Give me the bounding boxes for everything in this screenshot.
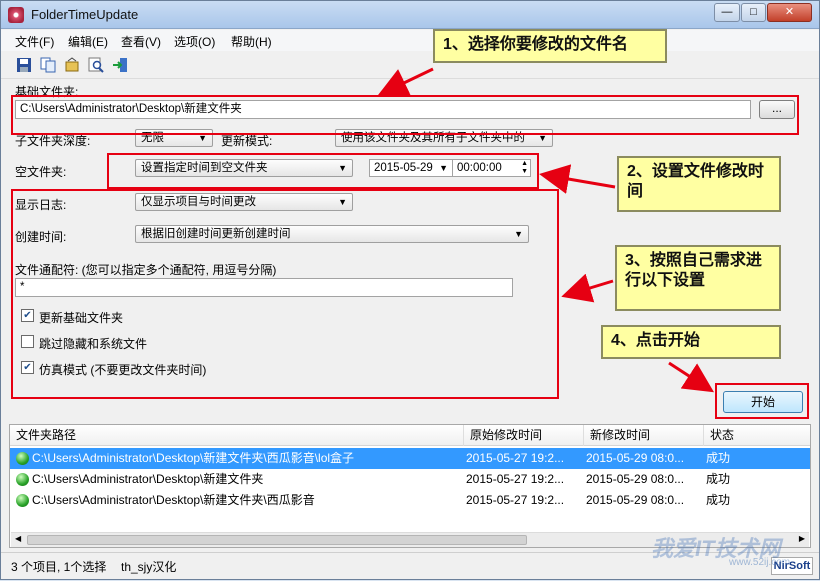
success-dot-icon (16, 452, 29, 465)
save-icon[interactable] (15, 56, 33, 74)
arrow-step-4 (668, 361, 715, 393)
table-row[interactable]: C:\Users\Administrator\Desktop\新建文件夹\西瓜影… (10, 490, 810, 511)
window-title: FolderTimeUpdate (31, 7, 139, 22)
menu-edit[interactable]: 编辑(E) (68, 33, 108, 50)
scrollbar-thumb[interactable] (27, 535, 527, 545)
scroll-right-icon[interactable]: ▶ (799, 534, 805, 543)
callout-step-1: 1、选择你要修改的文件名 (433, 29, 667, 63)
properties-icon[interactable] (63, 56, 81, 74)
status-count: 3 个项目, 1个选择 (11, 560, 107, 574)
app-window: FolderTimeUpdate — □ ✕ 文件(F) 编辑(E) 查看(V)… (0, 0, 820, 580)
menu-bar: 文件(F) 编辑(E) 查看(V) 选项(O) 帮助(H) (1, 30, 819, 51)
exit-icon[interactable] (111, 56, 129, 74)
highlight-options (11, 189, 559, 399)
title-bar[interactable]: FolderTimeUpdate — □ ✕ (1, 1, 819, 29)
maximize-button[interactable]: □ (741, 3, 766, 22)
success-dot-icon (16, 473, 29, 486)
toolbar (1, 52, 819, 79)
header-new-time[interactable]: 新修改时间 (584, 425, 704, 446)
arrow-step-3 (561, 273, 614, 303)
status-credit: th_sjy汉化 (121, 560, 177, 574)
minimize-button[interactable]: — (714, 3, 740, 22)
highlight-start (715, 383, 809, 419)
callout-step-2: 2、设置文件修改时间 (617, 156, 781, 212)
copy-icon[interactable] (39, 56, 57, 74)
menu-help[interactable]: 帮助(H) (231, 33, 272, 50)
highlight-base-folder (11, 95, 799, 135)
watermark-url: www.52ij.com (729, 557, 791, 568)
menu-view[interactable]: 查看(V) (121, 33, 161, 50)
menu-options[interactable]: 选项(O) (174, 33, 215, 50)
empty-folder-label: 空文件夹: (15, 165, 67, 179)
arrow-step-2 (539, 164, 616, 194)
highlight-time-settings (107, 153, 539, 189)
table-row[interactable]: C:\Users\Administrator\Desktop\新建文件夹\西瓜影… (10, 448, 810, 469)
results-list[interactable]: 文件夹路径 原始修改时间 新修改时间 状态 C:\Users\Administr… (9, 424, 811, 548)
table-row[interactable]: C:\Users\Administrator\Desktop\新建文件夹 201… (10, 469, 810, 490)
callout-step-4: 4、点击开始 (601, 325, 781, 359)
find-icon[interactable] (87, 56, 105, 74)
header-orig-time[interactable]: 原始修改时间 (464, 425, 584, 446)
success-dot-icon (16, 494, 29, 507)
close-button[interactable]: ✕ (767, 3, 812, 22)
app-icon (8, 7, 24, 23)
header-status[interactable]: 状态 (704, 425, 810, 446)
menu-file[interactable]: 文件(F) (15, 33, 54, 50)
list-header: 文件夹路径 原始修改时间 新修改时间 状态 (10, 425, 810, 446)
callout-step-3: 3、按照自己需求进行以下设置 (615, 245, 781, 311)
scroll-left-icon[interactable]: ◀ (15, 534, 21, 543)
header-path[interactable]: 文件夹路径 (10, 425, 464, 446)
